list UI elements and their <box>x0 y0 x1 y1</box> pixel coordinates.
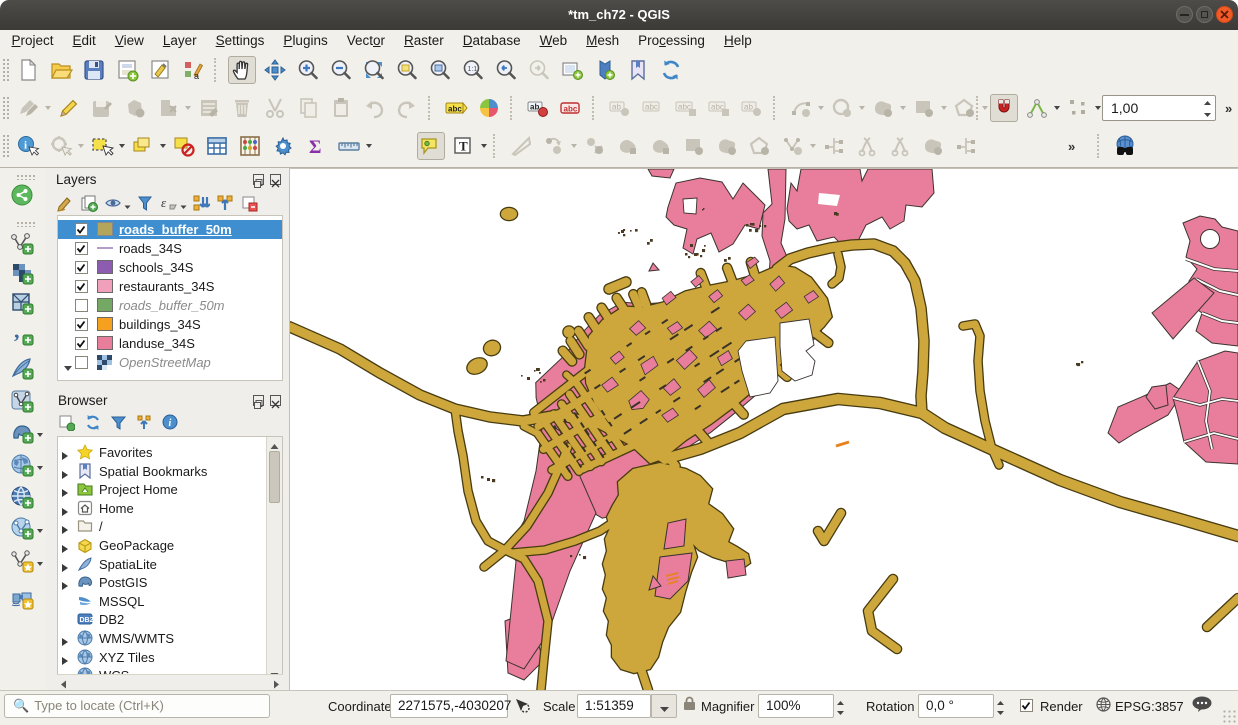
svg-text:abc: abc <box>711 103 724 112</box>
svg-text:abc: abc <box>645 103 658 112</box>
svg-text:abc: abc <box>678 103 691 112</box>
svg-text:ab: ab <box>612 103 621 112</box>
svg-text:abc: abc <box>448 105 462 114</box>
svg-text:T: T <box>459 139 468 154</box>
svg-text:»: » <box>1225 101 1232 116</box>
svg-text:abc: abc <box>563 105 577 114</box>
svg-text:DB2: DB2 <box>80 617 94 624</box>
svg-text:1:1: 1:1 <box>467 66 477 73</box>
svg-text:Σ: Σ <box>309 137 321 158</box>
svg-text:»: » <box>1068 139 1075 154</box>
svg-text:ε: ε <box>161 195 167 210</box>
svg-text:i: i <box>169 418 172 429</box>
svg-text:ab: ab <box>744 103 753 112</box>
svg-text:ab: ab <box>530 103 539 112</box>
svg-text:a: a <box>194 71 199 81</box>
svg-text:,: , <box>14 322 20 343</box>
svg-text:i: i <box>24 140 27 152</box>
